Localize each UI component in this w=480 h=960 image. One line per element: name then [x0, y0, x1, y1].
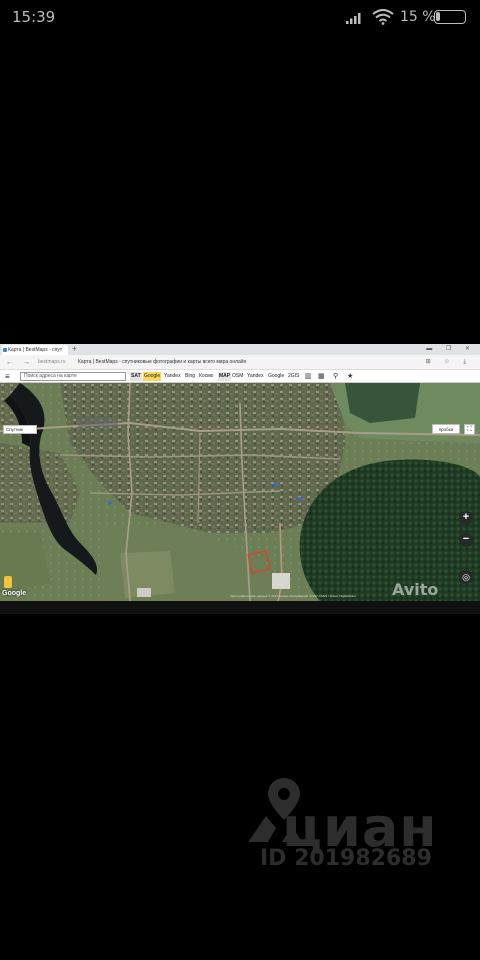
- tab-title: Карта | BestMaps - спут: [8, 347, 63, 353]
- source-bing: Bing: [185, 373, 196, 379]
- source-google: Google: [143, 372, 162, 381]
- source-map: MAP: [218, 372, 232, 381]
- map-copyright: Картографические данные © 2017 Google Из…: [230, 594, 356, 598]
- grid-view-icon: ▦: [318, 373, 325, 380]
- window-controls: ▬ ❐ ✕: [426, 346, 476, 352]
- address-search-input: Поиск адреса на карте: [20, 372, 126, 381]
- layer-select: Спутник: [3, 425, 37, 434]
- browser-action-icons: ⊞ ☆ ⤓: [425, 359, 472, 365]
- satellite-map: Спутник пробки ⛶ + −: [0, 383, 480, 601]
- menu-icon: ≡: [5, 372, 10, 381]
- source-yandex: Yandex: [164, 373, 181, 379]
- battery-percent: 15 %: [400, 9, 436, 25]
- source-sat: SAT: [130, 372, 142, 381]
- source-google-map: Google: [268, 373, 285, 379]
- url-text: bestmaps.ru: [38, 359, 66, 365]
- battery-icon: [434, 10, 466, 24]
- satellite-imagery: [0, 383, 480, 601]
- cian-watermark: циан ID 201982689: [222, 776, 472, 876]
- listing-id: ID 201982689: [260, 846, 432, 871]
- avito-watermark: Avito: [392, 580, 439, 599]
- source-osm: OSM: [232, 373, 244, 379]
- locate-icon: ◎: [459, 570, 473, 584]
- signal-icon: [346, 13, 361, 24]
- star-icon: ★: [347, 373, 354, 380]
- browser-tab: Карта | BestMaps - спут: [2, 345, 68, 355]
- clock: 15:39: [12, 8, 56, 26]
- street-view-pegman-icon: [4, 576, 12, 588]
- screen: 15:39 15 % Карта | BestMaps - спут + ▬ ❐…: [0, 0, 480, 960]
- source-kosmo: Космо: [199, 373, 214, 379]
- map-toolbar: ≡ Поиск адреса на карте SAT Google Yande…: [0, 370, 480, 383]
- google-logo: Google: [2, 590, 27, 597]
- traffic-button: пробки: [432, 424, 460, 434]
- wifi-icon: [372, 9, 394, 25]
- browser-tab-bar: Карта | BestMaps - спут + ▬ ❐ ✕: [0, 344, 480, 355]
- page-title: Карта | BestMaps - спутниковые фотографи…: [78, 359, 247, 365]
- zoom-in-button: +: [459, 511, 473, 525]
- zoom-out-button: −: [459, 533, 473, 547]
- status-bar: 15:39 15 %: [0, 0, 480, 34]
- fullscreen-icon: ⛶: [464, 424, 475, 435]
- map-screenshot: Карта | BestMaps - спут + ▬ ❐ ✕ ← → best…: [0, 344, 480, 614]
- favicon-icon: [3, 348, 7, 352]
- back-forward-icons: ← →: [6, 359, 34, 366]
- source-yandex-map: Yandex: [247, 373, 264, 379]
- source-2gis: 2GIS: [288, 373, 300, 379]
- new-tab-icon: +: [72, 344, 77, 353]
- screenshot-bottom-edge: [0, 601, 480, 614]
- pin-icon: ⚲: [333, 373, 339, 380]
- address-bar: ← → bestmaps.ru Карта | BestMaps - спутн…: [0, 355, 480, 370]
- split-view-icon: ▥: [305, 373, 312, 380]
